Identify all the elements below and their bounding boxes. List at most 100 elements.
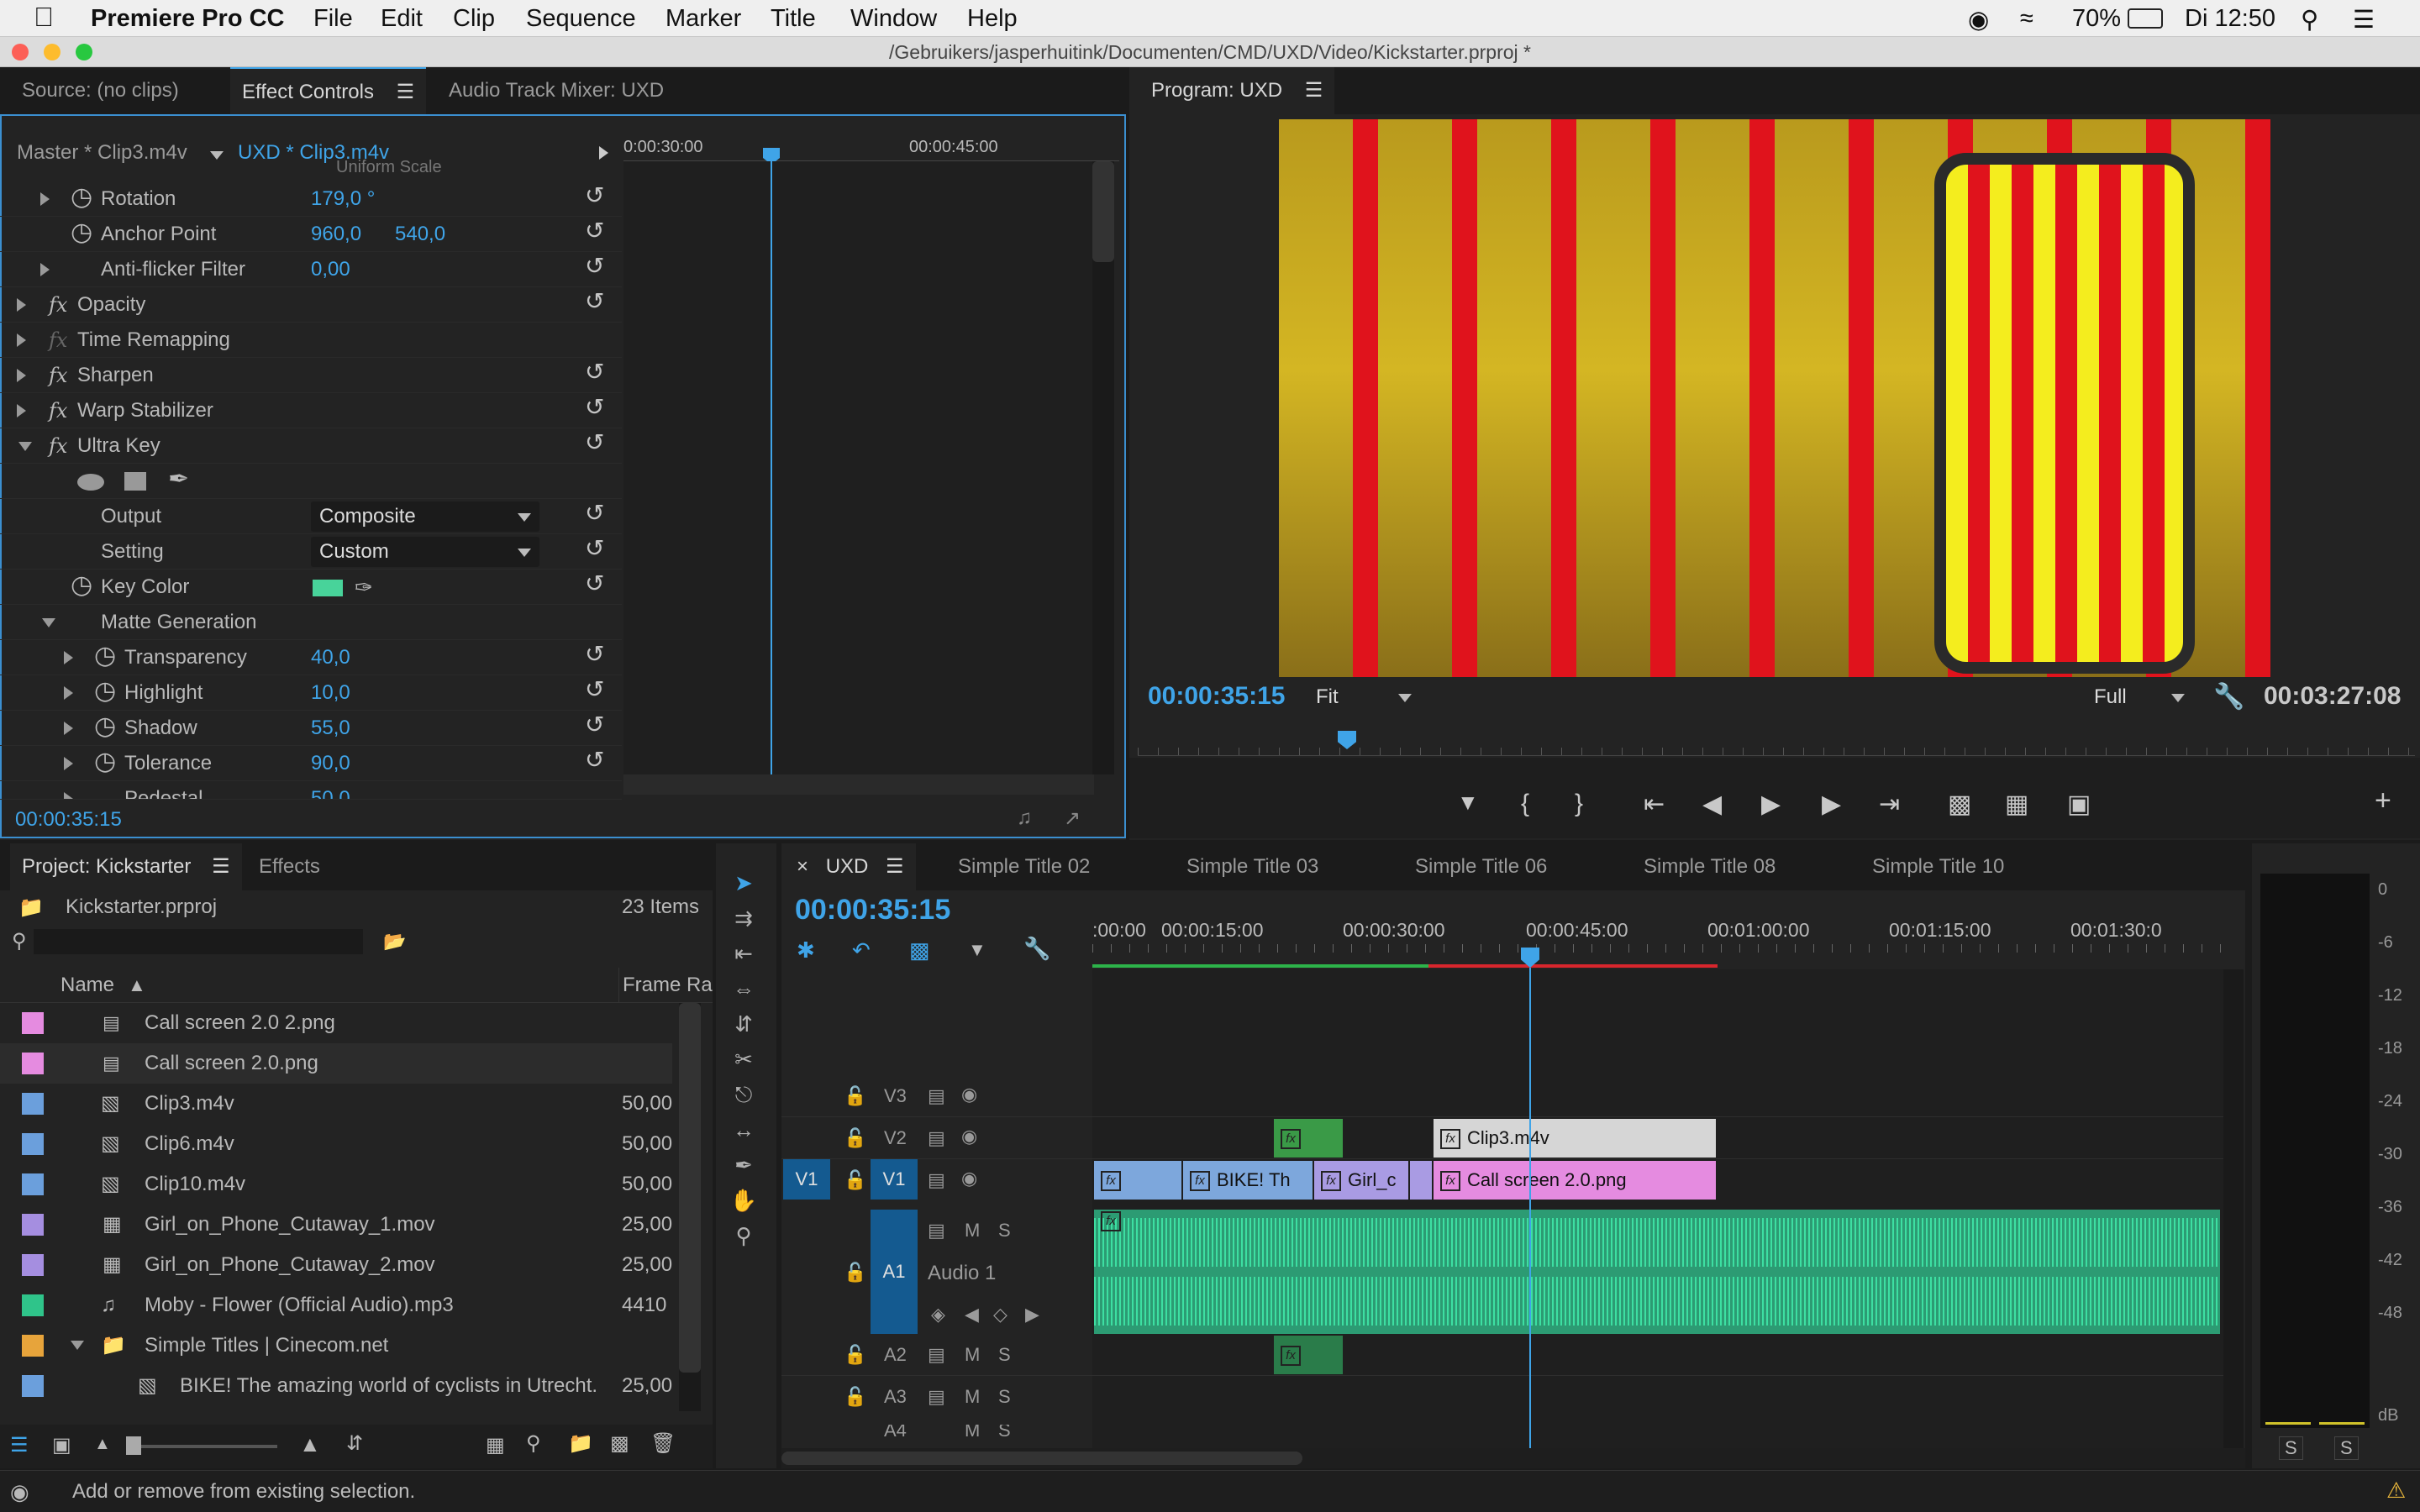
highlight-value[interactable]: 10,0 — [311, 675, 350, 711]
solo-right-button[interactable]: S — [2334, 1436, 2359, 1460]
selection-tool-icon[interactable]: ➤ — [729, 870, 758, 899]
timeline-vscroll[interactable] — [2223, 969, 2244, 1448]
stopwatch-icon[interactable]: ◷ — [71, 215, 92, 250]
panel-menu-icon[interactable]: ☰ — [397, 81, 415, 103]
spotlight-search-icon[interactable]: ⚲ — [2301, 5, 2318, 34]
stopwatch-icon[interactable]: ◷ — [94, 674, 116, 709]
project-search-input[interactable] — [34, 929, 363, 954]
track-target-v1[interactable]: V1 — [871, 1159, 918, 1200]
zoom-tool-icon[interactable]: ⚲ — [729, 1223, 758, 1252]
new-bin-icon[interactable]: 📁 — [568, 1431, 593, 1456]
go-to-out-icon[interactable]: ⇥ — [1879, 790, 1900, 819]
clip-v1-1[interactable]: fx — [1094, 1161, 1181, 1200]
track-target-a1[interactable]: A1 — [871, 1210, 918, 1334]
clip-v1-call-screen[interactable]: fx Call screen 2.0.png — [1434, 1161, 1716, 1200]
lock-icon[interactable]: 🔓 — [844, 1386, 866, 1408]
list-item[interactable]: ▦ Girl_on_Phone_Cutaway_1.mov 25,00 — [0, 1205, 672, 1245]
track-select-tool-icon[interactable]: ⇉ — [729, 906, 758, 934]
expand-arrow-icon[interactable] — [17, 369, 26, 382]
panel-menu-icon[interactable]: ☰ — [886, 855, 904, 878]
solo-button[interactable]: S — [998, 1344, 1011, 1366]
linked-selection-icon[interactable]: ▩ — [909, 937, 930, 963]
close-tab-icon[interactable]: × — [797, 855, 808, 878]
pedestal-value[interactable]: 50,0 — [311, 781, 350, 799]
mute-button[interactable]: M — [965, 1220, 980, 1242]
collapse-arrow-icon[interactable] — [71, 1341, 84, 1350]
automate-to-sequence-icon[interactable]: ▦ — [486, 1433, 505, 1457]
panel-menu-icon[interactable]: ☰ — [1305, 79, 1323, 102]
clip-dropdown-icon[interactable] — [210, 151, 224, 160]
zoom-window-button[interactable] — [76, 44, 92, 60]
timeline-timecode[interactable]: 00:00:35:15 — [795, 894, 950, 927]
clip-v1-bike[interactable]: fx BIKE! Th — [1183, 1161, 1313, 1200]
eyedropper-icon[interactable]: ✑ — [355, 570, 373, 605]
button-editor-plus-icon[interactable]: + — [2375, 785, 2391, 817]
key-color-swatch[interactable] — [313, 580, 343, 596]
show-timeline-arrow-icon[interactable] — [599, 146, 608, 160]
previous-keyframe-icon[interactable]: ◀ — [965, 1304, 979, 1326]
reset-icon[interactable]: ↺ — [585, 707, 604, 743]
expand-arrow-icon[interactable] — [17, 298, 26, 312]
reset-icon[interactable]: ↺ — [585, 531, 604, 566]
nest-icon[interactable]: ✱ — [797, 937, 815, 963]
reset-icon[interactable]: ↺ — [585, 390, 604, 425]
warp-stabilizer-row[interactable]: fx Warp Stabilizer ↺ — [0, 393, 622, 428]
expand-arrow-icon[interactable] — [64, 757, 73, 770]
rolling-edit-tool-icon[interactable]: ⇔ — [729, 976, 758, 1005]
fx-icon[interactable]: fx — [49, 358, 67, 393]
icon-view-icon[interactable]: ▣ — [52, 1433, 71, 1457]
sync-lock-icon[interactable]: ▤ — [928, 1127, 945, 1149]
reset-icon[interactable]: ↺ — [585, 425, 604, 460]
stopwatch-icon[interactable]: ◷ — [71, 180, 92, 215]
menu-help[interactable]: Help — [967, 5, 1018, 33]
fx-icon[interactable]: fx — [49, 393, 67, 428]
frame-rate-column-header[interactable]: Frame Ra — [618, 968, 713, 1003]
new-search-bin-icon[interactable]: 📂 — [383, 931, 406, 953]
expand-arrow-icon[interactable] — [17, 333, 26, 347]
chevron-down-icon[interactable] — [2171, 694, 2185, 702]
timeline-hscroll-thumb[interactable] — [781, 1452, 1302, 1465]
expand-arrow-icon[interactable] — [64, 651, 73, 664]
label-color-swatch[interactable] — [22, 1173, 44, 1195]
menu-edit[interactable]: Edit — [381, 5, 423, 33]
collapse-arrow-icon[interactable] — [18, 442, 32, 451]
anti-flicker-value[interactable]: 0,00 — [311, 252, 350, 287]
export-icon[interactable]: ↗ — [1064, 806, 1081, 831]
eye-icon[interactable]: ◉ — [961, 1084, 977, 1105]
notification-center-icon[interactable]: ☰ — [2353, 5, 2375, 34]
keyframe-toggle-icon[interactable]: ◈ — [931, 1304, 945, 1326]
lock-icon[interactable]: 🔓 — [844, 1127, 866, 1149]
program-timecode[interactable]: 00:00:35:15 — [1148, 682, 1285, 711]
mute-button[interactable]: M — [965, 1386, 980, 1408]
slip-tool-icon[interactable]: ⎋ — [729, 1082, 758, 1110]
label-color-swatch[interactable] — [22, 1093, 44, 1115]
reset-icon[interactable]: ↺ — [585, 249, 604, 284]
list-item[interactable]: ♫ Moby - Flower (Official Audio).mp3 4410 — [0, 1285, 672, 1326]
reset-icon[interactable]: ↺ — [585, 496, 604, 531]
list-view-icon[interactable]: ☰ — [10, 1433, 29, 1457]
go-to-in-icon[interactable]: ⇤ — [1644, 790, 1665, 819]
lock-icon[interactable]: 🔓 — [844, 1169, 866, 1191]
close-window-button[interactable] — [12, 44, 29, 60]
extract-icon[interactable]: ▦ — [2005, 790, 2028, 819]
effect-keyframe-area[interactable] — [623, 161, 1094, 774]
chevron-down-icon[interactable] — [1398, 694, 1412, 702]
hand-tool-icon[interactable]: ✋ — [729, 1188, 758, 1216]
anchor-x-value[interactable]: 960,0 — [311, 217, 361, 252]
menu-clock[interactable]: Di 12:50 — [2185, 5, 2275, 33]
zoom-slider-thumb[interactable] — [126, 1436, 141, 1455]
setting-select[interactable]: Custom — [311, 537, 539, 567]
menu-title[interactable]: Title — [771, 5, 816, 33]
effect-scrollbar[interactable] — [1092, 161, 1114, 774]
reset-icon[interactable]: ↺ — [585, 743, 604, 778]
filter-audio-icon[interactable]: ♫ — [1017, 806, 1032, 830]
battery-icon[interactable] — [2128, 8, 2163, 29]
solo-button[interactable]: S — [998, 1425, 1011, 1436]
expand-arrow-icon[interactable] — [40, 263, 50, 276]
tab-simple-title-08[interactable]: Simple Title 08 — [1632, 843, 1787, 890]
anchor-y-value[interactable]: 540,0 — [395, 217, 445, 252]
wrench-icon[interactable]: 🔧 — [2213, 682, 2244, 711]
stopwatch-icon[interactable]: ◷ — [94, 709, 116, 744]
new-item-icon[interactable]: ▩ — [610, 1431, 629, 1456]
collapse-arrow-icon[interactable] — [42, 618, 55, 627]
